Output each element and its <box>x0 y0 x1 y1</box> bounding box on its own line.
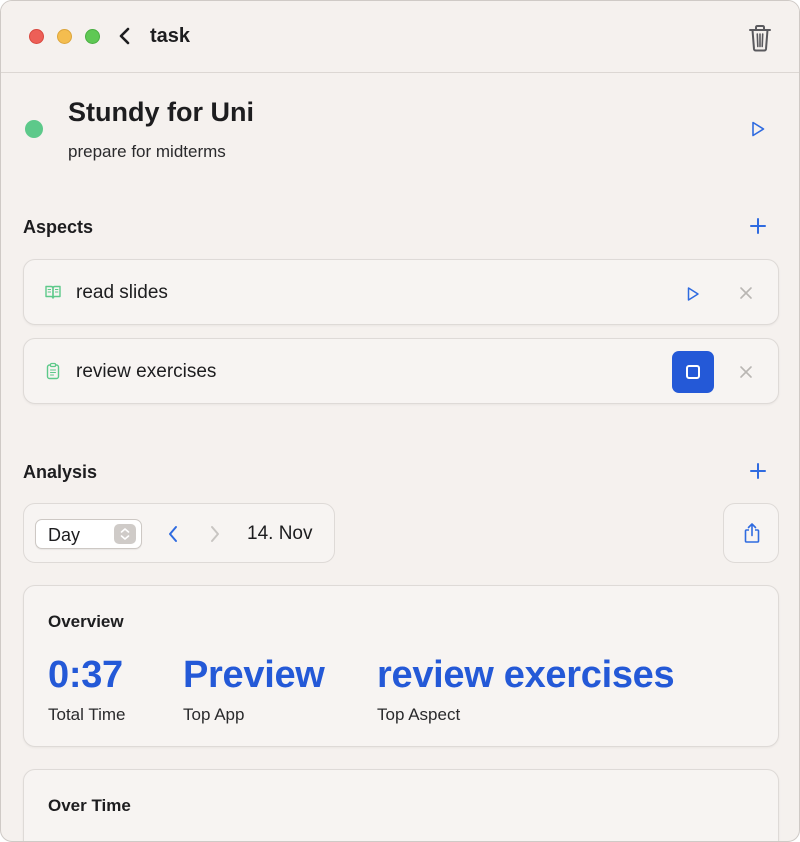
overview-card: Overview 0:37 Total Time Preview Top App… <box>23 585 779 747</box>
aspect-row[interactable]: review exercises <box>23 338 779 404</box>
top-app-value: Preview <box>183 654 325 696</box>
overview-heading: Overview <box>48 612 124 631</box>
top-aspect-label: Top Aspect <box>377 705 461 724</box>
close-window-button[interactable] <box>29 29 44 44</box>
zoom-window-button[interactable] <box>85 29 100 44</box>
share-icon <box>744 523 760 543</box>
total-time-label: Total Time <box>48 705 126 724</box>
play-icon <box>752 121 765 137</box>
chevron-right-icon <box>211 526 219 542</box>
task-status-dot <box>25 120 43 138</box>
over-time-card: Over Time <box>23 769 779 841</box>
total-time-value: 0:37 <box>48 654 123 696</box>
task-title: Stundy for Uni <box>68 97 254 127</box>
aspects-heading: Aspects <box>23 217 94 237</box>
next-date-button[interactable] <box>209 525 221 543</box>
play-icon <box>687 287 699 301</box>
previous-date-button[interactable] <box>167 525 179 543</box>
add-aspect-button[interactable] <box>749 217 767 235</box>
analysis-heading: Analysis <box>23 462 98 482</box>
task-subtitle: prepare for midterms <box>68 142 226 161</box>
remove-aspect-button[interactable] <box>738 364 754 380</box>
close-icon <box>740 287 752 299</box>
top-aspect-value: review exercises <box>377 654 675 696</box>
current-date: 14. Nov <box>247 523 313 544</box>
stop-icon <box>686 365 700 379</box>
book-icon <box>44 283 62 301</box>
chevron-left-icon <box>119 27 130 45</box>
plus-icon <box>750 463 766 479</box>
period-select-value: Day <box>48 525 81 545</box>
aspect-label: review exercises <box>76 361 217 382</box>
start-aspect-button[interactable] <box>686 286 700 302</box>
window-title: task <box>150 25 191 47</box>
delete-task-button[interactable] <box>747 23 773 53</box>
date-navigator: Day 14. Nov <box>23 503 335 563</box>
minimize-window-button[interactable] <box>57 29 72 44</box>
app-window: task Stundy for Uni prepare for midterms… <box>0 0 800 842</box>
add-analysis-button[interactable] <box>749 462 767 480</box>
stop-aspect-button[interactable] <box>672 351 714 393</box>
trash-icon <box>749 25 771 52</box>
title-bar: task <box>1 1 799 73</box>
back-button[interactable] <box>115 23 135 49</box>
aspect-row[interactable]: read slides <box>23 259 779 325</box>
start-task-button[interactable] <box>750 120 766 138</box>
plus-icon <box>750 218 766 234</box>
up-down-chevron-icon <box>114 524 136 544</box>
clipboard-icon <box>44 362 62 380</box>
top-app-label: Top App <box>183 705 245 724</box>
period-select[interactable]: Day <box>35 519 142 549</box>
aspect-label: read slides <box>76 282 168 303</box>
share-button[interactable] <box>723 503 779 563</box>
remove-aspect-button[interactable] <box>738 285 754 301</box>
over-time-heading: Over Time <box>48 796 131 815</box>
close-icon <box>740 366 752 378</box>
chevron-left-icon <box>169 526 177 542</box>
